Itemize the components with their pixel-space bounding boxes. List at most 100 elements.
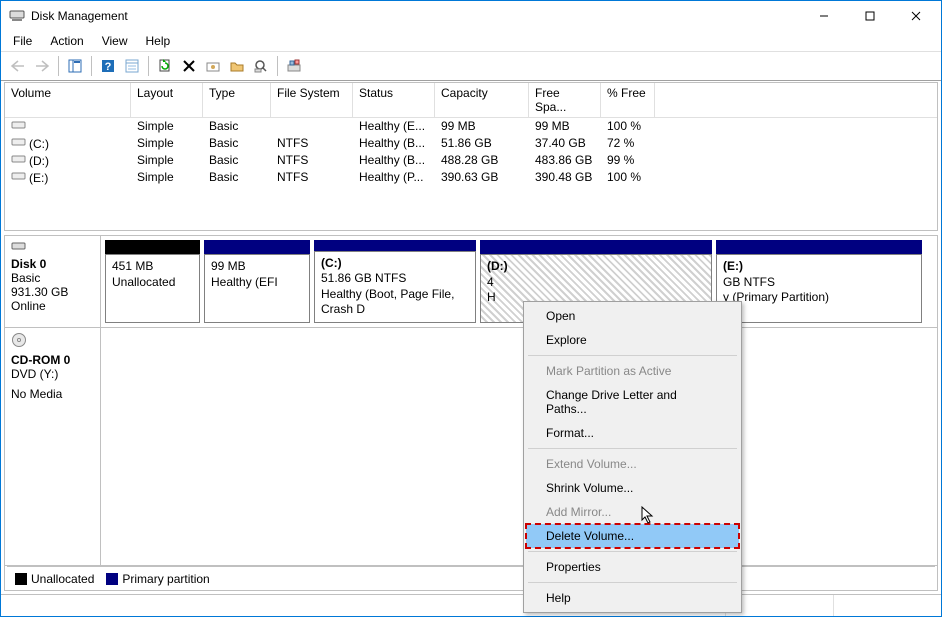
disk-row: Disk 0 Basic 931.30 GB Online 451 MB Una… [5,236,937,328]
close-button[interactable] [893,1,939,31]
partition-status: y (Primary Partition) [723,290,915,306]
volume-capacity: 488.28 GB [435,152,529,169]
ctx-format[interactable]: Format... [526,421,739,445]
volume-row[interactable]: Simple Basic Healthy (E... 99 MB 99 MB 1… [5,118,937,135]
swatch-blue [106,573,118,585]
ctx-separator [528,355,737,356]
volume-percent: 100 % [601,118,655,135]
column-header-layout[interactable]: Layout [131,83,203,117]
menu-view[interactable]: View [94,32,136,50]
volume-list-body: Simple Basic Healthy (E... 99 MB 99 MB 1… [5,118,937,186]
ctx-properties[interactable]: Properties [526,555,739,579]
volume-row[interactable]: (E:) Simple Basic NTFS Healthy (P... 390… [5,169,937,186]
volume-free: 483.86 GB [529,152,601,169]
volume-percent: 72 % [601,135,655,152]
ctx-delete-volume[interactable]: Delete Volume... [526,524,739,548]
minimize-button[interactable] [801,1,847,31]
volume-layout: Simple [131,135,203,152]
forward-button[interactable] [31,55,53,77]
partition-color-bar [716,240,922,254]
ctx-add-mirror: Add Mirror... [526,500,739,524]
explore-button[interactable] [226,55,248,77]
column-header-status[interactable]: Status [353,83,435,117]
settings-button[interactable] [202,55,224,77]
properties-button[interactable] [121,55,143,77]
column-header-type[interactable]: Type [203,83,271,117]
volume-layout: Simple [131,118,203,135]
partition-info: (C:) 51.86 GB NTFS Healthy (Boot, Page F… [314,251,476,323]
menu-help[interactable]: Help [138,32,179,50]
app-icon [9,8,25,24]
legend-primary: Primary partition [106,572,209,586]
ctx-change-letter[interactable]: Change Drive Letter and Paths... [526,383,739,421]
partition-info: 99 MB Healthy (EFI [204,254,310,323]
column-header-volume[interactable]: Volume [5,83,131,117]
menu-file[interactable]: File [5,32,40,50]
volume-icon [11,119,27,131]
partition-status: Healthy (Boot, Page File, Crash D [321,287,469,318]
more-actions-button[interactable] [283,55,305,77]
volume-status: Healthy (B... [353,152,435,169]
disk-icon [11,240,94,255]
window-controls [801,1,939,31]
partition-title: (C:) [321,256,469,272]
partition-block[interactable]: 99 MB Healthy (EFI [204,240,310,323]
volume-filesystem: NTFS [271,152,353,169]
volume-row[interactable]: (D:) Simple Basic NTFS Healthy (B... 488… [5,152,937,169]
ctx-separator [528,582,737,583]
toolbar-separator [91,56,92,76]
volume-filesystem: NTFS [271,135,353,152]
maximize-button[interactable] [847,1,893,31]
disk-type: Basic [11,271,94,285]
column-header-free[interactable]: Free Spa... [529,83,601,117]
partition-size: 51.86 GB NTFS [321,271,469,287]
menu-bar: File Action View Help [1,31,941,51]
disk-graphical-panel: Disk 0 Basic 931.30 GB Online 451 MB Una… [4,235,938,591]
show-hide-tree-button[interactable] [64,55,86,77]
help-button[interactable]: ? [97,55,119,77]
context-menu: Open Explore Mark Partition as Active Ch… [523,301,742,613]
column-header-filesystem[interactable]: File System [271,83,353,117]
toolbar-separator [277,56,278,76]
ctx-explore[interactable]: Explore [526,328,739,352]
partition-size: GB NTFS [723,275,915,291]
volume-capacity: 99 MB [435,118,529,135]
partition-block[interactable]: 451 MB Unallocated [105,240,200,323]
legend-label: Primary partition [122,572,209,586]
ctx-extend-volume: Extend Volume... [526,452,739,476]
disk-label[interactable]: Disk 0 Basic 931.30 GB Online [5,236,101,327]
toolbar-separator [58,56,59,76]
delete-button[interactable] [178,55,200,77]
ctx-open[interactable]: Open [526,304,739,328]
volume-list-panel: Volume Layout Type File System Status Ca… [4,82,938,231]
partition-status: Unallocated [112,275,193,291]
volume-row[interactable]: (C:) Simple Basic NTFS Healthy (B... 51.… [5,135,937,152]
partition-size: 99 MB [211,259,303,275]
rescan-button[interactable] [250,55,272,77]
column-header-capacity[interactable]: Capacity [435,83,529,117]
status-bar [1,594,941,616]
partition-color-bar [105,240,200,254]
column-header-percent[interactable]: % Free [601,83,655,117]
menu-action[interactable]: Action [42,32,91,50]
ctx-help[interactable]: Help [526,586,739,610]
back-button[interactable] [7,55,29,77]
partition-color-bar [314,240,476,251]
cdrom-label[interactable]: CD-ROM 0 DVD (Y:) No Media [5,328,101,565]
volume-type: Basic [203,152,271,169]
cdrom-icon [11,332,94,351]
disk-state: Online [11,299,94,313]
volume-name: (E:) [29,171,48,185]
partition-block[interactable]: (E:) GB NTFS y (Primary Partition) [716,240,922,323]
partition-block[interactable]: (C:) 51.86 GB NTFS Healthy (Boot, Page F… [314,240,476,323]
volume-icon [11,136,27,148]
refresh-button[interactable] [154,55,176,77]
volume-status: Healthy (P... [353,169,435,186]
volume-name: (D:) [29,154,49,168]
volume-percent: 100 % [601,169,655,186]
disk-name: Disk 0 [11,257,94,271]
ctx-shrink-volume[interactable]: Shrink Volume... [526,476,739,500]
title-bar: Disk Management [1,1,941,31]
partition-size: 4 [487,275,705,291]
volume-free: 390.48 GB [529,169,601,186]
